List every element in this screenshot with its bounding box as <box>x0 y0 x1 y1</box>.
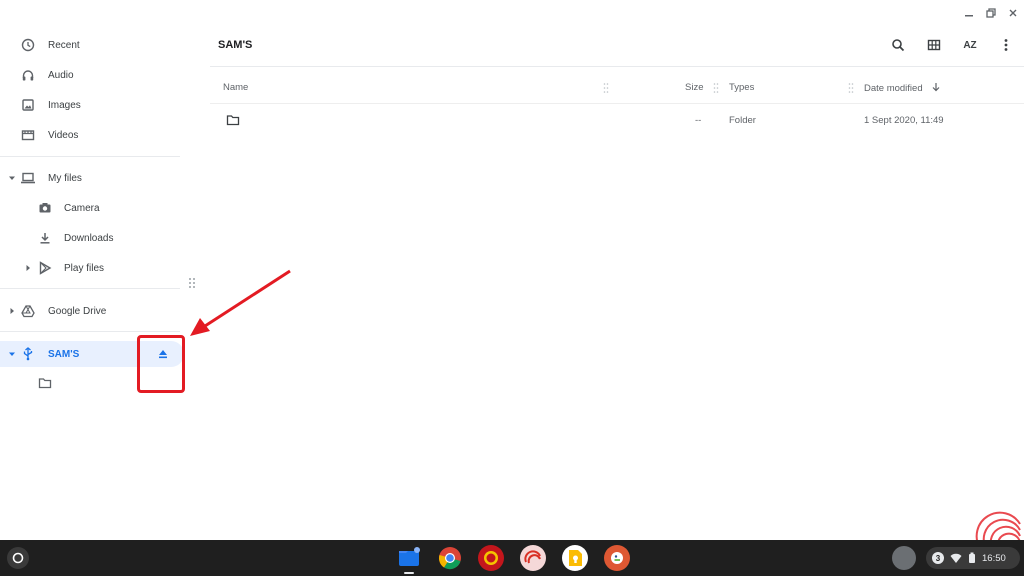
battery-icon <box>969 552 975 563</box>
column-resize-handle[interactable] <box>848 81 854 93</box>
active-app-indicator <box>404 572 414 574</box>
column-header-label: Date modified <box>864 83 923 94</box>
files-app-icon[interactable] <box>396 545 422 571</box>
cell-date: 1 Sept 2020, 11:49 <box>864 115 944 126</box>
folder-icon <box>226 113 240 132</box>
clock-time: 16:50 <box>982 552 1006 564</box>
app-icon-red[interactable] <box>520 545 546 571</box>
launcher-button[interactable] <box>7 547 29 569</box>
page-title: SAM'S <box>218 39 253 51</box>
column-header-date-modified[interactable]: Date modified <box>864 82 941 94</box>
notification-count-badge: 3 <box>932 552 944 564</box>
toolbar: AZ <box>880 34 1024 56</box>
column-header-size[interactable]: Size <box>685 82 703 93</box>
column-header-types[interactable]: Types <box>729 82 754 93</box>
club-crest-app-icon[interactable] <box>478 545 504 571</box>
launcher-icon <box>12 552 24 564</box>
grid-view-button[interactable] <box>916 34 952 56</box>
column-header-name[interactable]: Name <box>223 82 248 93</box>
column-resize-handle[interactable] <box>603 81 609 93</box>
sort-button[interactable]: AZ <box>952 34 988 56</box>
file-list-panel: SAM'S AZ Name Size Types Date modified -… <box>210 26 1024 540</box>
sort-az-icon: AZ <box>963 39 977 51</box>
cell-type: Folder <box>729 115 756 126</box>
avatar[interactable] <box>892 546 916 570</box>
more-vert-icon <box>1004 39 1008 51</box>
header-row-divider <box>210 103 1024 104</box>
duckduckgo-icon[interactable] <box>604 545 630 571</box>
search-icon <box>892 39 905 52</box>
shelf: 3 16:50 <box>0 540 1024 576</box>
status-tray[interactable]: 3 16:50 <box>926 547 1020 569</box>
grid-view-icon <box>927 39 941 51</box>
column-resize-handle[interactable] <box>713 81 719 93</box>
wifi-icon <box>950 553 962 563</box>
cell-size: -- <box>695 115 702 126</box>
arrow-down-icon <box>932 83 940 92</box>
more-options-button[interactable] <box>988 34 1024 56</box>
search-button[interactable] <box>880 34 916 56</box>
keep-app-icon[interactable] <box>562 545 588 571</box>
chrome-icon[interactable] <box>437 545 463 571</box>
header-divider <box>210 66 1024 67</box>
